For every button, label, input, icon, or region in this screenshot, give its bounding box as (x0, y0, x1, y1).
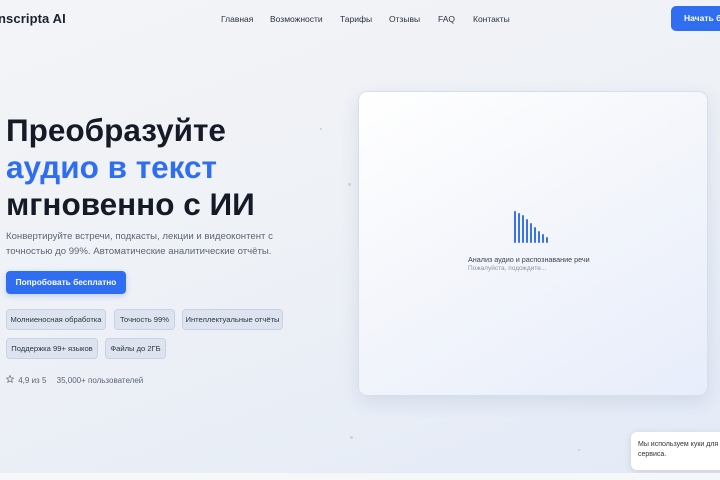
hero-title: Преобразуйте аудио в текст мгновенно с И… (6, 112, 255, 223)
rating-value: 4,9 из 5 (18, 376, 47, 385)
processing-title: Анализ аудио и распознавание речи (468, 255, 590, 264)
page-bottom-edge (0, 473, 720, 480)
nav-link-pricing[interactable]: Тарифы (340, 14, 372, 24)
feature-chip: Точность 99% (114, 309, 175, 330)
cookie-text-line-1: Мы используем куки для т (638, 441, 720, 448)
users-count: 35,000+ пользователей (56, 376, 144, 385)
background-dot (348, 183, 351, 186)
background-dot (320, 128, 322, 130)
waveform-icon (514, 211, 554, 243)
hero-description: Конвертируйте встречи, подкасты, лекции … (6, 231, 273, 257)
nav-link-home[interactable]: Главная (221, 14, 253, 24)
get-started-button[interactable]: Начать бе (671, 6, 720, 31)
hero-title-accent: аудио в текст (6, 149, 217, 185)
cookie-banner: Мы используем куки для т сервиса. (631, 432, 720, 470)
feature-chip: Интеллектуальные отчёты (182, 309, 283, 330)
hero-title-line-3: мгновенно с ИИ (6, 186, 255, 222)
processing-subtitle: Пожалуйста, подождите... (468, 265, 547, 272)
logo[interactable]: nscripta AI (0, 11, 66, 26)
nav-link-reviews[interactable]: Отзывы (389, 14, 420, 24)
star-outline-icon (5, 374, 16, 385)
cookie-text-line-2: сервиса. (638, 451, 667, 458)
nav-link-features[interactable]: Возможности (270, 14, 323, 24)
site-header: nscripta AI Главная Возможности Тарифы О… (0, 0, 720, 38)
feature-chip: Файлы до 2ГБ (105, 338, 166, 359)
processing-card (358, 91, 708, 396)
feature-chip: Молниеносная обработка (6, 309, 106, 330)
hero-title-line-1: Преобразуйте (6, 112, 226, 148)
try-free-button[interactable]: Попробовать бесплатно (6, 271, 126, 294)
rating-row: 4,9 из 5 35,000+ пользователей (5, 374, 144, 387)
nav-link-faq[interactable]: FAQ (438, 14, 455, 24)
nav-link-contacts[interactable]: Контакты (473, 14, 510, 24)
background-dot (350, 436, 353, 439)
feature-chip: Поддержка 99+ языков (6, 338, 98, 359)
background-dot (578, 449, 580, 451)
